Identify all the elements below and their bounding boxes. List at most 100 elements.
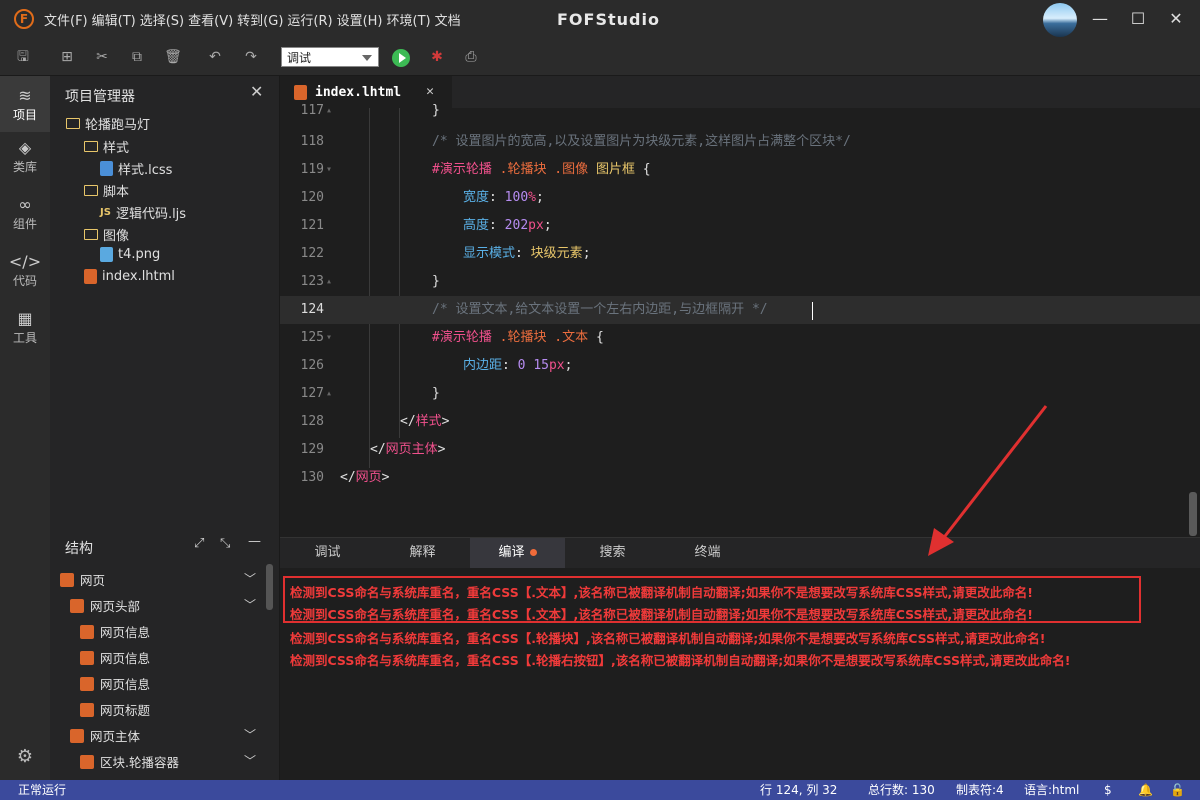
menu-select[interactable]: 选择(S) <box>140 10 184 29</box>
chevron-down-icon[interactable]: ﹀ <box>244 596 256 613</box>
minimize-icon[interactable]: — <box>1090 9 1110 29</box>
menu-environment[interactable]: 环境(T) <box>387 10 431 29</box>
activity-project[interactable]: ≋ 项目 <box>0 76 50 132</box>
code-line: 128 </样式> <box>300 414 450 429</box>
structure-item[interactable]: 网页主体 <box>70 726 140 745</box>
activity-bar: ≋ 项目 ◈ 类库 ∞ 组件 </> 代码 ▦ 工具 ⚙ <box>0 76 50 780</box>
new-file-icon[interactable]: ⊞ <box>58 48 76 66</box>
structure-title: 结构 <box>65 541 93 557</box>
tree-file-index[interactable]: index.lhtml <box>84 269 175 284</box>
structure-item[interactable]: 网页头部 <box>70 596 140 615</box>
fold-icon[interactable]: ▴ <box>326 268 332 296</box>
tree-folder-scripts[interactable]: 脚本 <box>84 181 129 200</box>
delete-icon[interactable]: 🗑 <box>164 48 182 66</box>
activity-code[interactable]: </> 代码 <box>0 252 50 289</box>
mode-select[interactable]: 调试 <box>281 47 379 67</box>
activity-library[interactable]: ◈ 类库 <box>0 138 50 175</box>
code-line-current: 124/* 设置文本,给文本设置一个左右内边距,与边框隔开 */ <box>280 296 1200 324</box>
editor-scrollbar[interactable] <box>1189 492 1197 536</box>
fold-icon[interactable]: ▴ <box>326 380 332 408</box>
close-panel-icon[interactable]: ✕ <box>250 82 263 101</box>
dollar-icon[interactable]: $ <box>1104 780 1112 800</box>
menu-view[interactable]: 查看(V) <box>188 10 233 29</box>
debug-bug-icon[interactable]: ✱ <box>428 48 446 66</box>
preview-icon[interactable]: ⎙ <box>462 48 480 66</box>
structure-item[interactable]: 网页标题 <box>80 700 150 719</box>
close-icon[interactable]: ✕ <box>1166 9 1186 29</box>
code-editor[interactable]: index.lhtml ✕ 117 ▴} 118/* 设置图片的宽高,以及设置图片为… <box>280 76 1200 536</box>
settings-gear-icon[interactable]: ⚙ <box>0 746 50 767</box>
menu-bar: 文件(F) 编辑(T) 选择(S) 查看(V) 转到(G) 运行(R) 设置(H… <box>44 10 465 29</box>
tree-folder-styles[interactable]: 样式 <box>84 137 129 156</box>
tab-debug[interactable]: 调试 <box>280 538 375 568</box>
code-line: 119 ▾ #演示轮播 .轮播块 .图像 图片框 { <box>280 156 1200 184</box>
menu-file[interactable]: 文件(F) <box>44 10 88 29</box>
fold-icon[interactable]: ▾ <box>326 156 332 184</box>
output-tabs: 调试 解释 编译 搜索 终端 <box>280 538 1200 568</box>
run-icon[interactable] <box>392 49 410 67</box>
expand-icon[interactable]: ⤢ <box>194 536 204 551</box>
language-mode[interactable]: 语言:html <box>1024 780 1079 800</box>
avatar[interactable] <box>1043 3 1077 37</box>
fold-icon[interactable]: ▴ <box>326 102 332 120</box>
unlock-icon[interactable]: 🔓 <box>1170 780 1185 800</box>
structure-item[interactable]: 网页信息 <box>80 674 150 693</box>
fold-icon[interactable]: ▾ <box>326 324 332 352</box>
chevron-down-icon[interactable]: ﹀ <box>244 726 256 743</box>
save-icon[interactable]: 🖫 <box>14 48 32 66</box>
tree-root-folder[interactable]: 轮播跑马灯 <box>66 114 150 133</box>
compile-message: 检测到CSS命名与系统库重名，重名CSS【.文本】,该名称已被翻译机制自动翻译;… <box>290 607 1033 622</box>
side-panel: 项目管理器 ✕ 轮播跑马灯 样式 样式.lcss 脚本 JS 逻辑代码.ljs 图… <box>50 76 280 780</box>
tools-icon: ▦ <box>17 309 33 328</box>
tab-search[interactable]: 搜索 <box>565 538 660 568</box>
code-line: 129 </网页主体> <box>300 442 446 457</box>
menu-run[interactable]: 运行(R) <box>287 10 332 29</box>
tree-file-image[interactable]: t4.png <box>100 247 160 262</box>
bell-icon[interactable]: 🔔 <box>1138 780 1153 800</box>
tree-file-script[interactable]: JS 逻辑代码.ljs <box>100 203 186 222</box>
undo-icon[interactable]: ↶ <box>206 48 224 66</box>
minimize-panel-icon[interactable]: — <box>248 534 261 549</box>
code-icon: </> <box>8 252 42 271</box>
copy-icon[interactable]: ⧉ <box>128 48 146 66</box>
html-tag-icon <box>70 728 84 743</box>
css-file-icon <box>100 161 113 176</box>
tab-interpret[interactable]: 解释 <box>375 538 470 568</box>
html-tag-icon <box>80 702 94 717</box>
structure-item[interactable]: 网页 <box>60 570 105 589</box>
maximize-icon[interactable]: ☐ <box>1128 9 1148 29</box>
html-tag-icon <box>60 572 74 587</box>
chevron-down-icon[interactable]: ﹀ <box>244 752 256 769</box>
structure-item[interactable]: 网页信息 <box>80 622 150 641</box>
html-tag-icon <box>80 650 94 665</box>
close-tab-icon[interactable]: ✕ <box>426 84 434 99</box>
cursor-position[interactable]: 行 124, 列 32 <box>760 780 837 800</box>
tree-folder-images[interactable]: 图像 <box>84 225 129 244</box>
app-title: FOFStudio <box>557 10 660 29</box>
code-line: 127 ▴} <box>280 380 1200 408</box>
chevron-down-icon[interactable]: ﹀ <box>244 570 256 587</box>
menu-edit[interactable]: 编辑(T) <box>92 10 136 29</box>
menu-goto[interactable]: 转到(G) <box>237 10 283 29</box>
activity-components[interactable]: ∞ 组件 <box>0 195 50 232</box>
tab-size[interactable]: 制表符:4 <box>956 780 1004 800</box>
compile-message: 检测到CSS命名与系统库重名，重名CSS【.轮播右按钮】,该名称已被翻译机制自动… <box>290 653 1071 668</box>
redo-icon[interactable]: ↷ <box>242 48 260 66</box>
collapse-icon[interactable]: ⤡ <box>220 536 230 551</box>
structure-item[interactable]: 网页信息 <box>80 648 150 667</box>
menu-docs[interactable]: 文档 <box>435 10 461 29</box>
link-icon: ∞ <box>18 195 32 214</box>
code-line: 121 高度: 202px; <box>300 218 552 233</box>
tree-file-style[interactable]: 样式.lcss <box>100 159 172 178</box>
code-line: 120 宽度: 100%; <box>300 190 544 205</box>
structure-scrollbar[interactable] <box>266 564 273 610</box>
menu-settings[interactable]: 设置(H) <box>337 10 383 29</box>
cut-icon[interactable]: ✂ <box>93 48 111 66</box>
tab-terminal[interactable]: 终端 <box>660 538 755 568</box>
activity-tools[interactable]: ▦ 工具 <box>0 309 50 346</box>
structure-item[interactable]: 区块.轮播容器 <box>80 752 179 771</box>
code-line: 122 显示模式: 块级元素; <box>300 246 591 261</box>
tab-compile[interactable]: 编译 <box>470 538 565 568</box>
project-manager-title: 项目管理器 <box>65 89 135 105</box>
html-tag-icon <box>70 598 84 613</box>
